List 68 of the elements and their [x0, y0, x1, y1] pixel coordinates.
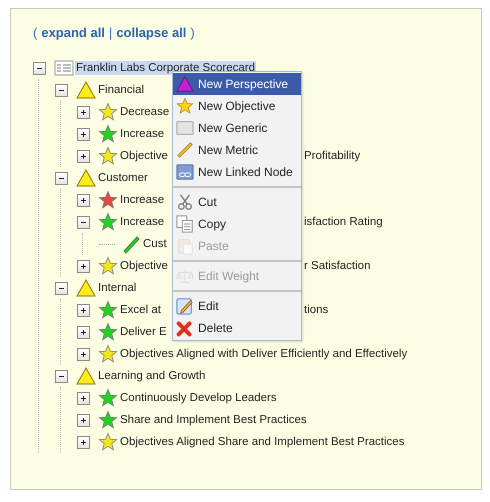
tree-item-label[interactable]: Continuously Develop Leaders: [119, 391, 278, 405]
expand-toggle[interactable]: [77, 326, 90, 338]
expand-toggle[interactable]: [77, 150, 90, 162]
collapse-toggle[interactable]: [55, 282, 68, 294]
tree-item-label[interactable]: Deliver E: [119, 325, 168, 339]
triangle-icon: [76, 366, 96, 386]
separator-text: |: [108, 24, 112, 40]
menu-item[interactable]: New Generic: [173, 117, 301, 139]
toolbar-link[interactable]: expand all: [41, 24, 105, 40]
bracket-text: ): [190, 24, 195, 40]
expand-toggle[interactable]: [77, 414, 90, 426]
tree-item-label[interactable]: isfaction Rating: [304, 216, 383, 228]
menu-item[interactable]: New Perspective: [173, 73, 301, 95]
link-icon: [176, 163, 194, 181]
scorecard-icon: [54, 58, 74, 78]
tree-item-label[interactable]: Cust: [142, 237, 168, 251]
copy-icon: [176, 215, 194, 233]
tree-item-label[interactable]: r Satisfaction: [304, 260, 370, 272]
expand-toggle[interactable]: [77, 260, 90, 272]
tree-item-label[interactable]: Excel at: [119, 303, 162, 317]
tree-item-label[interactable]: Financial: [97, 83, 146, 97]
tree-item-label[interactable]: Objective: [119, 149, 169, 163]
toolbar-link[interactable]: collapse all: [116, 24, 186, 40]
tree-item-label[interactable]: Objectives Aligned with Deliver Efficiently and Effectively: [119, 347, 408, 361]
triangle-icon: [76, 80, 96, 100]
tree-item-label[interactable]: Customer: [97, 171, 149, 185]
collapse-toggle[interactable]: [77, 216, 90, 228]
ruler-icon: [176, 141, 194, 159]
menu-item[interactable]: Edit: [173, 295, 301, 317]
menu-item[interactable]: Cut: [173, 191, 301, 213]
tree-item-label[interactable]: Increase: [119, 215, 166, 229]
menu-item[interactable]: Delete: [173, 317, 301, 339]
menu-item[interactable]: New Objective: [173, 95, 301, 117]
paste-icon: [176, 237, 194, 255]
rectangle-icon: [176, 119, 194, 137]
tree-item-label[interactable]: Objective: [119, 259, 169, 273]
menu-item[interactable]: Copy: [173, 213, 301, 235]
menu-item[interactable]: New Linked Node: [173, 161, 301, 183]
collapse-toggle[interactable]: [55, 172, 68, 184]
scissors-icon: [176, 193, 194, 211]
bracket-text: (: [33, 24, 38, 40]
expand-toggle[interactable]: [77, 436, 90, 448]
tree-item-label[interactable]: Objectives Aligned Share and Implement Best Practices: [119, 435, 406, 449]
expand-toggle[interactable]: [77, 194, 90, 206]
tree-item-label[interactable]: Decrease: [119, 105, 170, 119]
collapse-toggle[interactable]: [33, 62, 46, 74]
expand-toggle[interactable]: [77, 128, 90, 140]
tree-item-label[interactable]: Profitability: [304, 150, 360, 162]
expand-toggle[interactable]: [77, 392, 90, 404]
triangle-icon: [76, 168, 96, 188]
expand-toggle[interactable]: [77, 106, 90, 118]
expand-toggle[interactable]: [77, 304, 90, 316]
delete-icon: [176, 319, 194, 337]
tree-item-label[interactable]: Internal: [97, 281, 138, 295]
triangle-icon: [76, 278, 96, 298]
triangle-icon: [176, 75, 194, 93]
tree-item-label[interactable]: Learning and Growth: [97, 369, 206, 383]
pencil-icon: [176, 297, 194, 315]
tree-item-label[interactable]: Increase: [119, 193, 166, 207]
ruler-icon: [121, 234, 141, 254]
star-icon: [176, 97, 194, 115]
tree-item-label[interactable]: Share and Implement Best Practices: [119, 413, 308, 427]
menu-item[interactable]: New Metric: [173, 139, 301, 161]
collapse-toggle[interactable]: [55, 370, 68, 382]
collapse-toggle[interactable]: [55, 84, 68, 96]
tree-item-label[interactable]: tions: [304, 304, 328, 316]
expand-toggle[interactable]: [77, 348, 90, 360]
tree-item-label[interactable]: Increase: [119, 127, 166, 141]
